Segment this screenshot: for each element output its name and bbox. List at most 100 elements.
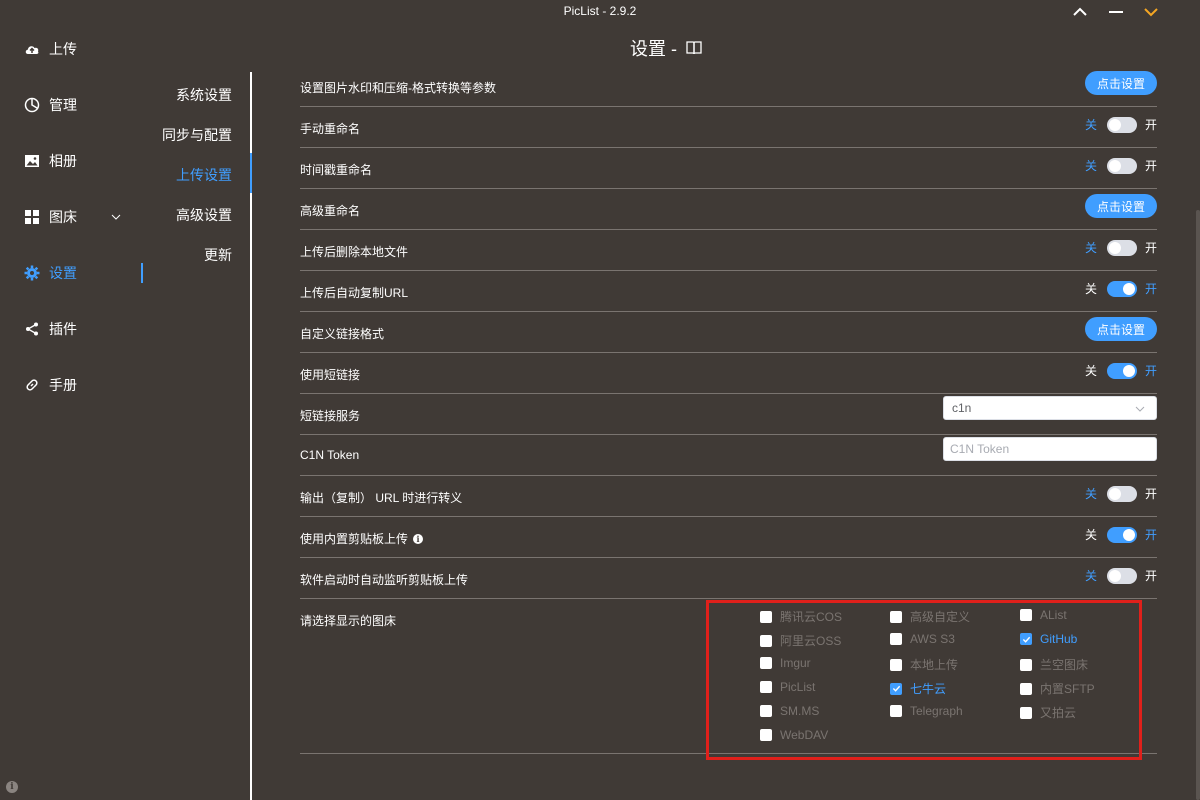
toggle-off-label: 关 [1084, 118, 1097, 132]
switch-knob [1122, 364, 1135, 377]
switch-knob [1108, 241, 1121, 254]
manual-rename-toggle-group: 关 开 [1085, 116, 1157, 133]
share-icon [26, 322, 38, 336]
short-link-toggle-group: 关 开 [1085, 362, 1157, 379]
image-icon [25, 155, 39, 167]
delete-local-switch[interactable] [1106, 239, 1137, 256]
switch-knob [1108, 118, 1121, 131]
nav-picbed[interactable]: 图床 [0, 197, 142, 237]
toggle-on-label: 开 [1144, 487, 1157, 501]
delete-local-toggle-group: 关 开 [1085, 239, 1157, 256]
escape-url-toggle-group: 关 开 [1085, 485, 1157, 502]
short-link-switch[interactable] [1106, 362, 1137, 379]
highlight-box [706, 600, 1142, 760]
setting-timestamp-rename: 时间戳重命名 关 开 [300, 148, 1157, 189]
upload-cloud-icon [25, 46, 39, 54]
chevron-down-icon [111, 214, 121, 220]
switch-knob [1122, 282, 1135, 295]
setting-custom-link: 自定义链接格式 点击设置 [300, 312, 1157, 353]
setting-manual-rename: 手动重命名 关 开 [300, 107, 1157, 148]
short-link-service-select[interactable]: c1n [943, 396, 1157, 420]
pin-button[interactable] [1063, 0, 1097, 24]
builtin-clipboard-toggle-group: 关 开 [1085, 526, 1157, 543]
nav-manage-label: 管理 [49, 97, 77, 113]
scrollbar[interactable] [1196, 210, 1200, 800]
subnav-active-indicator [250, 153, 252, 193]
setting-escape-url-label: 输出（复制） URL 时进行转义 [300, 491, 463, 505]
book-icon[interactable] [685, 39, 703, 57]
toggle-off-label: 关 [1084, 282, 1097, 296]
setting-picbeds-label: 请选择显示的图床 [300, 614, 397, 628]
switch-knob [1108, 159, 1121, 172]
title-bar: PicList - 2.9.2 [0, 0, 1200, 24]
advanced-rename-settings-button[interactable]: 点击设置 [1085, 194, 1157, 218]
subnav-advanced[interactable]: 高级设置 [176, 205, 232, 225]
setting-short-link: 使用短链接 关 开 [300, 353, 1157, 394]
pie-chart-icon [24, 97, 40, 113]
setting-auto-copy-url-label: 上传后自动复制URL [300, 286, 409, 300]
auto-clipboard-switch[interactable] [1106, 567, 1137, 584]
main-sidebar: 上传 管理 相册 图床 设置 插件 手册 [0, 24, 142, 800]
nav-plugins-label: 插件 [49, 321, 77, 337]
auto-copy-url-switch[interactable] [1106, 280, 1137, 297]
builtin-clipboard-switch[interactable] [1106, 526, 1137, 543]
toggle-off-label: 关 [1084, 159, 1097, 173]
short-link-service-value: c1n [952, 401, 972, 415]
nav-settings[interactable]: 设置 [0, 253, 142, 293]
setting-delete-local-label: 上传后删除本地文件 [300, 245, 409, 259]
custom-link-settings-button[interactable]: 点击设置 [1085, 317, 1157, 341]
subnav-upload[interactable]: 上传设置 [176, 165, 232, 185]
info-icon[interactable]: i [413, 533, 424, 544]
switch-knob [1108, 569, 1121, 582]
setting-short-link-service: 短链接服务 c1n [300, 394, 1157, 435]
toggle-on-label: 开 [1144, 364, 1157, 378]
setting-auto-copy-url: 上传后自动复制URL 关 开 [300, 271, 1157, 312]
toggle-off-label: 关 [1084, 241, 1097, 255]
nav-upload-label: 上传 [49, 41, 77, 57]
setting-watermark-label: 设置图片水印和压缩-格式转换等参数 [300, 81, 496, 95]
collapse-icon [1144, 8, 1158, 17]
help-icon[interactable]: i [6, 781, 18, 793]
nav-plugins[interactable]: 插件 [0, 309, 142, 349]
setting-builtin-clipboard-text: 使用内置剪贴板上传 [300, 532, 409, 546]
switch-knob [1122, 528, 1135, 541]
page-title: 设置 - [630, 35, 703, 61]
nav-picbed-label: 图床 [49, 209, 77, 225]
settings-subnav: 系统设置 同步与配置 上传设置 高级设置 更新 [142, 72, 252, 800]
nav-manual[interactable]: 手册 [0, 365, 142, 405]
watermark-settings-button[interactable]: 点击设置 [1085, 71, 1157, 95]
setting-timestamp-rename-label: 时间戳重命名 [300, 163, 373, 177]
setting-escape-url: 输出（复制） URL 时进行转义 关 开 [300, 476, 1157, 517]
toggle-off-label: 关 [1084, 528, 1097, 542]
toggle-on-label: 开 [1144, 528, 1157, 542]
toggle-on-label: 开 [1144, 241, 1157, 255]
minimize-button[interactable] [1099, 0, 1133, 24]
subnav-system[interactable]: 系统设置 [176, 85, 232, 105]
timestamp-rename-toggle-group: 关 开 [1085, 157, 1157, 174]
toggle-off-label: 关 [1084, 569, 1097, 583]
link-icon [26, 379, 38, 391]
subnav-sync[interactable]: 同步与配置 [162, 125, 232, 145]
toggle-on-label: 开 [1144, 569, 1157, 583]
timestamp-rename-switch[interactable] [1106, 157, 1137, 174]
escape-url-switch[interactable] [1106, 485, 1137, 502]
toggle-off-label: 关 [1084, 364, 1097, 378]
switch-knob [1108, 487, 1121, 500]
nav-gallery-label: 相册 [49, 153, 77, 169]
manual-rename-switch[interactable] [1106, 116, 1137, 133]
app-title: PicList - 2.9.2 [563, 4, 637, 18]
page-title-text: 设置 - [630, 39, 677, 59]
nav-manage[interactable]: 管理 [0, 85, 142, 125]
auto-clipboard-toggle-group: 关 开 [1085, 567, 1157, 584]
nav-gallery[interactable]: 相册 [0, 141, 142, 181]
subnav-update[interactable]: 更新 [204, 245, 232, 265]
nav-upload[interactable]: 上传 [0, 29, 142, 69]
collapse-button[interactable] [1134, 0, 1168, 24]
c1n-token-input[interactable]: C1N Token [943, 437, 1157, 461]
setting-short-link-label: 使用短链接 [300, 368, 361, 382]
setting-delete-local: 上传后删除本地文件 关 开 [300, 230, 1157, 271]
nav-manual-label: 手册 [49, 377, 77, 393]
toggle-on-label: 开 [1144, 118, 1157, 132]
grid-icon [25, 210, 39, 224]
chevron-down-icon [1135, 406, 1145, 412]
